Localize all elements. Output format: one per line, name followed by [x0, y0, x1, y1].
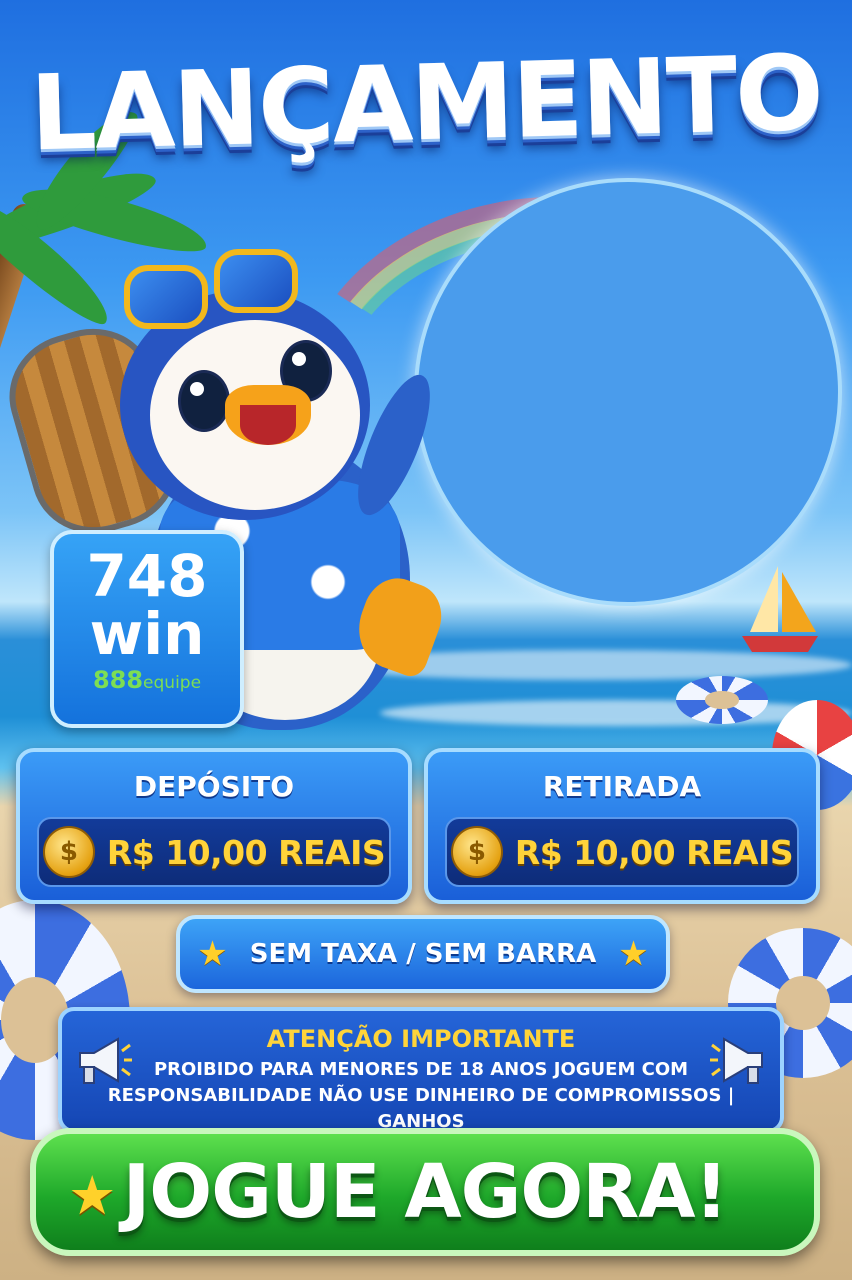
sunglasses-icon [120, 245, 300, 329]
photo-placeholder-circle [414, 178, 842, 606]
swim-ring-icon [676, 676, 768, 724]
warning-title: ATENÇÃO IMPORTANTE [266, 1025, 576, 1053]
sailboat-icon [742, 566, 818, 652]
megaphone-icon [79, 1037, 132, 1084]
logo-brand: 888equipe [92, 666, 202, 694]
withdraw-amount: R$ 10,00 REAIS [514, 832, 794, 872]
deposit-amount: R$ 10,00 REAIS [106, 832, 386, 872]
withdraw-amount-box: $ R$ 10,00 REAIS [445, 817, 799, 887]
star-icon: ★ [197, 934, 228, 974]
brand-logo: 748 win 888equipe [50, 530, 244, 728]
play-now-button[interactable]: ★ JOGUE AGORA! [30, 1128, 820, 1256]
warning-panel: ATENÇÃO IMPORTANTE PROIBIDO PARA MENORES… [58, 1007, 784, 1133]
megaphone-icon [710, 1037, 763, 1084]
star-icon: ★ [618, 934, 649, 974]
page-title: LANÇAMENTO [28, 31, 824, 175]
deposit-amount-box: $ R$ 10,00 REAIS [37, 817, 391, 887]
coin-icon: $ [450, 826, 503, 878]
coin-icon: $ [42, 826, 95, 878]
warning-line-1: PROIBIDO PARA MENORES DE 18 ANOS JOGUEM … [153, 1059, 689, 1080]
no-fee-badge: ★ SEM TAXA / SEM BARRA ★ [176, 915, 670, 993]
deposit-panel: DEPÓSITO $ R$ 10,00 REAIS [16, 748, 412, 904]
withdraw-panel: RETIRADA $ R$ 10,00 REAIS [424, 748, 820, 904]
deposit-title: DEPÓSITO [133, 770, 295, 803]
withdraw-title: RETIRADA [542, 770, 702, 803]
logo-number: 748 [86, 542, 208, 610]
logo-word: win [89, 600, 205, 668]
no-fee-text: SEM TAXA / SEM BARRA [249, 939, 597, 969]
play-now-label: JOGUE AGORA! [122, 1149, 728, 1235]
promo-poster: LANÇAMENTO 748 win 888equipe DEPÓSITO $ … [0, 0, 852, 1280]
star-icon: ★ [68, 1164, 117, 1227]
